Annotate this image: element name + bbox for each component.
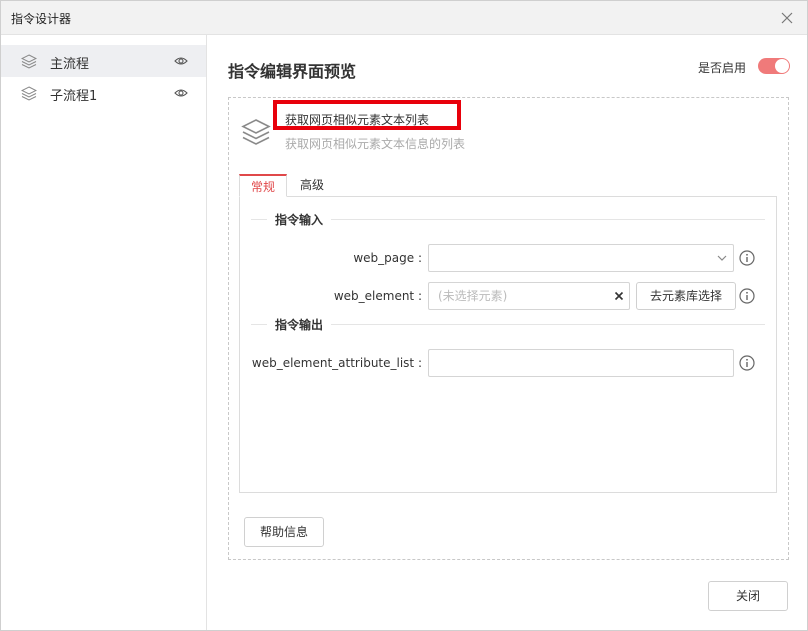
tab-general[interactable]: 常规 xyxy=(239,174,287,197)
close-button[interactable]: 关闭 xyxy=(708,581,788,611)
web-element-input[interactable]: (未选择元素) xyxy=(428,282,630,310)
eye-icon[interactable] xyxy=(174,87,188,99)
layers-icon xyxy=(241,119,271,145)
clear-icon[interactable] xyxy=(614,291,624,301)
window-title: 指令设计器 xyxy=(11,12,72,26)
help-button[interactable]: 帮助信息 xyxy=(244,517,324,547)
eye-icon[interactable] xyxy=(174,55,188,67)
tab-advanced[interactable]: 高级 xyxy=(289,174,335,197)
section-input: 指令输入 xyxy=(251,211,765,228)
enable-toggle-label: 是否启用 xyxy=(698,61,747,75)
layers-icon xyxy=(21,86,37,101)
sidebar: 主流程 子流程1 xyxy=(1,35,207,630)
web-page-label: web_page : xyxy=(353,251,422,265)
sidebar-item-label: 子流程1 xyxy=(50,89,98,104)
sidebar-item-main-flow[interactable]: 主流程 xyxy=(1,45,206,77)
info-icon[interactable] xyxy=(739,250,755,266)
close-icon[interactable] xyxy=(779,10,795,26)
toggle-knob xyxy=(775,59,789,73)
element-library-button[interactable]: 去元素库选择 xyxy=(636,282,736,310)
instruction-designer-window: 指令设计器 主流程 子流程1 指令编辑界面预览 是否启用 获取网页相似元素文本列… xyxy=(0,0,808,631)
section-output: 指令输出 xyxy=(251,316,765,333)
page-title: 指令编辑界面预览 xyxy=(228,62,357,81)
section-input-title: 指令输入 xyxy=(267,211,332,228)
chevron-down-icon[interactable] xyxy=(717,254,727,262)
command-name: 获取网页相似元素文本列表 xyxy=(285,113,430,127)
enable-toggle[interactable] xyxy=(758,58,790,74)
sidebar-item-subflow-1[interactable]: 子流程1 xyxy=(1,77,206,109)
section-output-title: 指令输出 xyxy=(267,316,332,333)
attribute-list-input[interactable] xyxy=(428,349,734,377)
web-page-select[interactable] xyxy=(428,244,734,272)
tab-panel xyxy=(239,196,777,493)
command-description: 获取网页相似元素文本信息的列表 xyxy=(285,137,466,151)
web-element-label: web_element : xyxy=(333,289,422,303)
layers-icon xyxy=(21,54,37,69)
info-icon[interactable] xyxy=(739,355,755,371)
attribute-list-label: web_element_attribute_list : xyxy=(251,356,422,370)
info-icon[interactable] xyxy=(739,288,755,304)
sidebar-item-label: 主流程 xyxy=(50,57,90,72)
title-bar: 指令设计器 xyxy=(1,1,807,35)
